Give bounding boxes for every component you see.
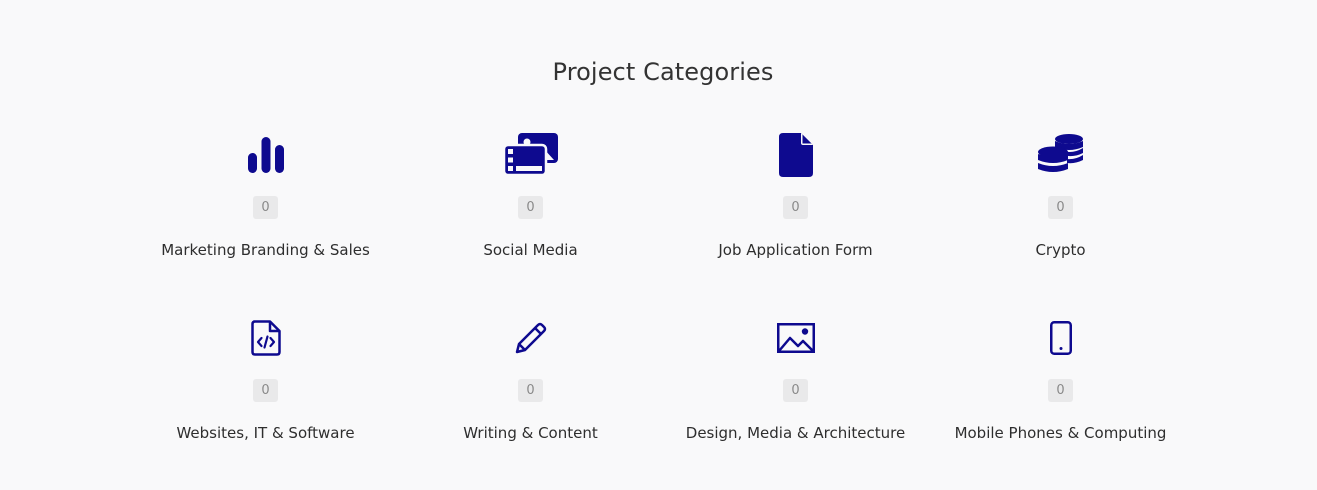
- pencil-icon: [398, 313, 663, 363]
- category-card-mobile-phones-computing[interactable]: 0 Mobile Phones & Computing: [928, 307, 1193, 490]
- project-categories-section: Project Categories 0 Marketing Branding …: [0, 0, 1317, 473]
- category-label: Job Application Form: [718, 241, 873, 259]
- category-label: Social Media: [483, 241, 578, 259]
- category-count-badge: 0: [253, 196, 278, 219]
- categories-grid: 0 Marketing Branding & Sales 0 Social Me…: [133, 124, 1193, 490]
- code-file-icon: [133, 313, 398, 363]
- category-count-badge: 0: [783, 379, 808, 402]
- category-label: Crypto: [1035, 241, 1086, 259]
- category-card-writing-content[interactable]: 0 Writing & Content: [398, 307, 663, 490]
- category-card-design-media-architecture[interactable]: 0 Design, Media & Architecture: [663, 307, 928, 490]
- category-label: Mobile Phones & Computing: [954, 424, 1167, 442]
- mobile-phone-icon: [928, 313, 1193, 363]
- category-label: Marketing Branding & Sales: [161, 241, 370, 259]
- category-card-websites-it-software[interactable]: 0 Websites, IT & Software: [133, 307, 398, 490]
- category-count-badge: 0: [518, 379, 543, 402]
- section-title: Project Categories: [552, 58, 774, 86]
- category-count-badge: 0: [253, 379, 278, 402]
- category-label: Websites, IT & Software: [176, 424, 355, 442]
- category-count-badge: 0: [1048, 196, 1073, 219]
- bar-chart-icon: [133, 130, 398, 180]
- image-icon: [663, 313, 928, 363]
- category-count-badge: 0: [1048, 379, 1073, 402]
- category-label: Design, Media & Architecture: [685, 424, 906, 442]
- category-count-badge: 0: [783, 196, 808, 219]
- category-label: Writing & Content: [463, 424, 598, 442]
- category-card-marketing[interactable]: 0 Marketing Branding & Sales: [133, 124, 398, 307]
- coins-stack-icon: [928, 130, 1193, 180]
- category-count-badge: 0: [518, 196, 543, 219]
- images-gallery-icon: [398, 130, 663, 180]
- category-card-crypto[interactable]: 0 Crypto: [928, 124, 1193, 307]
- category-card-social-media[interactable]: 0 Social Media: [398, 124, 663, 307]
- document-icon: [663, 130, 928, 180]
- category-card-job-application-form[interactable]: 0 Job Application Form: [663, 124, 928, 307]
